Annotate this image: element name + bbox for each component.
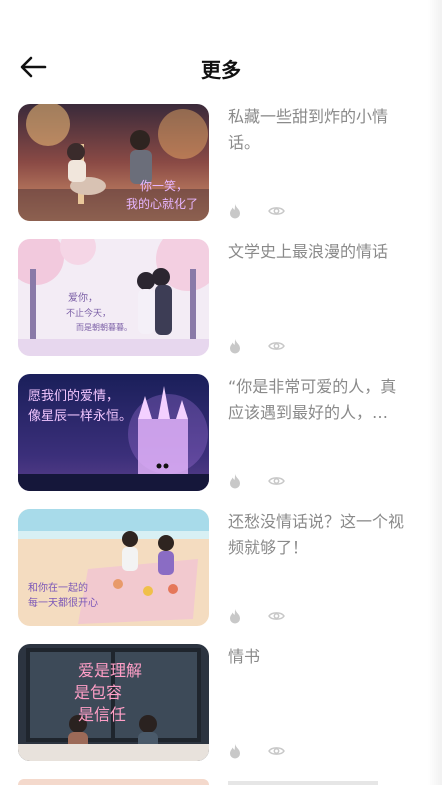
thumb-caption-line-2: 不止今天， xyxy=(66,307,111,319)
thumb-caption-line-1: 你一笑， xyxy=(140,178,188,193)
like-stat xyxy=(228,472,242,490)
eye-icon xyxy=(268,477,285,485)
item-caption: 文学史上最浪漫的情话 xyxy=(228,242,389,261)
item-caption: 还愁没情话说？这一个视频就够了！ xyxy=(228,512,405,557)
item-stats xyxy=(228,742,285,760)
eye-icon xyxy=(268,747,285,755)
item-caption: 私藏一些甜到炸的小情话。 xyxy=(228,107,389,152)
like-stat xyxy=(228,607,242,625)
item-stats xyxy=(228,202,285,220)
view-stat xyxy=(268,742,285,760)
thumb-caption-line-2: 每一天都很开心 xyxy=(28,596,98,609)
page-title: 更多 xyxy=(201,58,241,82)
item-thumbnail: 你一笑， 我的心就化了 xyxy=(18,104,209,221)
beach-picnic-illustration: 和你在一起的 每一天都很开心 xyxy=(18,509,209,626)
item-thumbnail: 和你在一起的 每一天都很开心 xyxy=(18,509,209,626)
cherry-blossom-couple-illustration: 爱你， 不止今天， 而是朝朝暮暮。 xyxy=(18,239,209,356)
header: 更多 xyxy=(0,48,442,88)
list-item[interactable]: 你一笑， 我的心就化了 私藏一些甜到炸的小情话。 xyxy=(0,104,442,239)
flame-icon xyxy=(230,474,240,489)
thumb-caption-line-1: 爱你， xyxy=(68,291,98,304)
item-thumbnail: 愿我们的爱情， 像星辰一样永恒。 xyxy=(18,374,209,491)
thumb-caption-line-3: 是信任 xyxy=(78,705,126,724)
view-stat xyxy=(268,337,285,355)
view-stat xyxy=(268,472,285,490)
view-stat xyxy=(268,202,285,220)
flame-icon xyxy=(230,609,240,624)
thumb-caption-line-2: 像星辰一样永恒。 xyxy=(28,409,132,424)
app-root: 更多 你一笑， 我的心就化了 私藏一些甜到炸的小情话。 爱你， 不止今天， 而是… xyxy=(0,0,442,785)
flame-icon xyxy=(230,339,240,354)
thumb-caption-line-1: 愿我们的爱情， xyxy=(28,388,119,404)
castle-night-illustration: 愿我们的爱情， 像星辰一样永恒。 xyxy=(18,374,209,491)
list-item[interactable]: 愿我们的爱情， 像星辰一样永恒。 “你是非常可爱的人，真应该遇到最好的人，… xyxy=(0,374,442,509)
list-item[interactable]: 爱是理解 是包容 是信任 情书 xyxy=(0,644,442,779)
list-item[interactable]: 和你在一起的 每一天都很开心 还愁没情话说？这一个视频就够了！ xyxy=(0,509,442,644)
item-stats xyxy=(228,337,285,355)
next-item-peek xyxy=(0,779,442,785)
item-stats xyxy=(228,472,285,490)
thumb-caption-line-3: 而是朝朝暮暮。 xyxy=(76,322,132,332)
like-stat xyxy=(228,202,242,220)
thumb-caption-line-2: 是包容 xyxy=(74,683,122,702)
thumb-caption-line-1: 爱是理解 xyxy=(78,661,142,680)
flame-icon xyxy=(230,204,240,219)
item-caption: 情书 xyxy=(228,647,261,666)
thumb-caption-line-2: 我的心就化了 xyxy=(126,196,198,211)
eye-icon xyxy=(268,612,285,620)
eye-icon xyxy=(268,207,285,215)
flame-icon xyxy=(230,744,240,759)
item-stats xyxy=(228,607,285,625)
eye-icon xyxy=(268,342,285,350)
window-couple-illustration: 爱是理解 是包容 是信任 xyxy=(18,644,209,761)
item-caption: “你是非常可爱的人，真应该遇到最好的人，… xyxy=(228,377,397,422)
view-stat xyxy=(268,607,285,625)
like-stat xyxy=(228,337,242,355)
carousel-couple-illustration: 你一笑， 我的心就化了 xyxy=(18,104,209,221)
list-item[interactable]: 爱你， 不止今天， 而是朝朝暮暮。 文学史上最浪漫的情话 xyxy=(0,239,442,374)
like-stat xyxy=(228,742,242,760)
item-thumbnail: 爱你， 不止今天， 而是朝朝暮暮。 xyxy=(18,239,209,356)
article-list: 你一笑， 我的心就化了 私藏一些甜到炸的小情话。 爱你， 不止今天， 而是朝朝暮… xyxy=(0,104,442,779)
thumb-caption-line-1: 和你在一起的 xyxy=(28,581,88,594)
item-thumbnail: 爱是理解 是包容 是信任 xyxy=(18,644,209,761)
